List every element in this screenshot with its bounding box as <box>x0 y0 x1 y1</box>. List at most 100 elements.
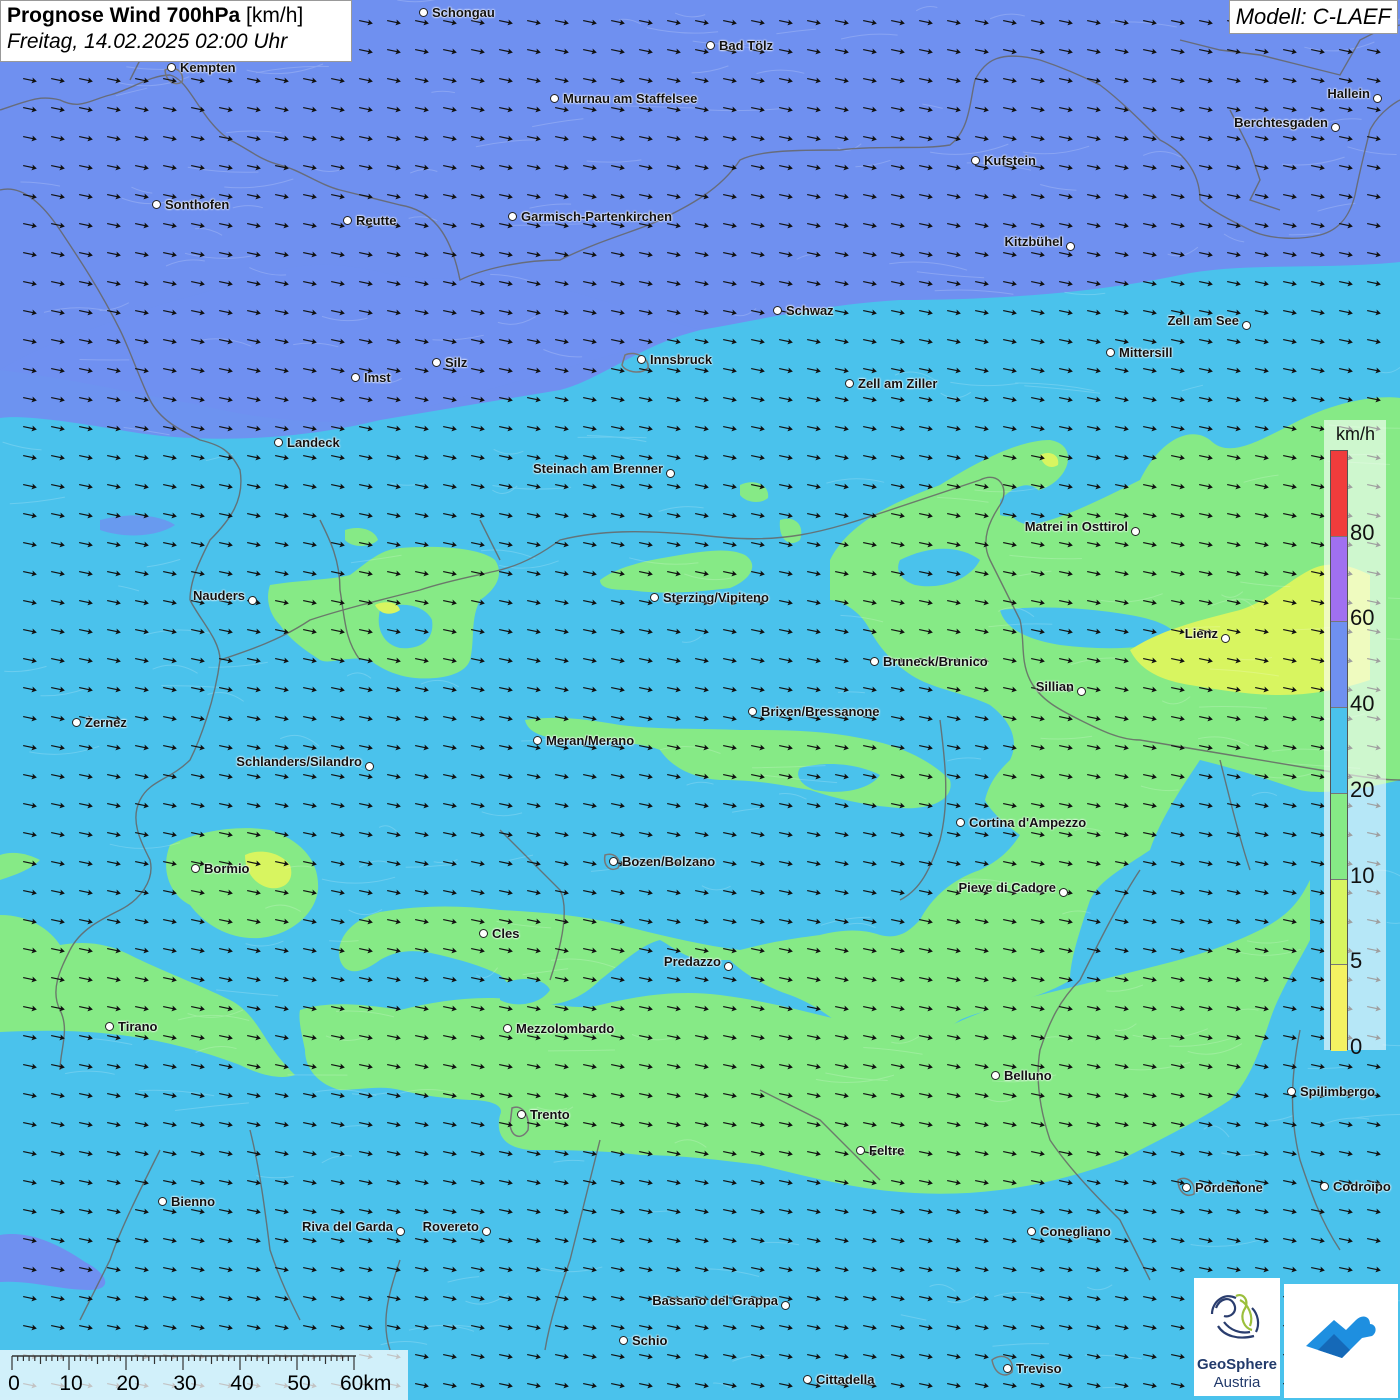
logo-line2: Austria <box>1213 1374 1261 1391</box>
city-label: Tirano <box>118 1019 158 1034</box>
city-dot-icon <box>773 306 782 315</box>
city-label: Zell am Ziller <box>858 376 938 391</box>
city-dot-icon <box>724 962 733 971</box>
city-label: Belluno <box>1004 1068 1052 1083</box>
city-label: Spilimbergo <box>1300 1084 1376 1099</box>
city-label: Schwaz <box>786 303 834 318</box>
city-dot-icon <box>1373 94 1382 103</box>
legend-label: 20 <box>1350 776 1375 802</box>
city-dot-icon <box>274 438 283 447</box>
city-dot-icon <box>609 857 618 866</box>
city-dot-icon <box>1131 527 1140 536</box>
city-label: Cles <box>492 926 520 941</box>
city-label: Zernez <box>85 715 127 730</box>
city-label: Codroipo <box>1333 1179 1391 1194</box>
city-label: Zell am See <box>1167 313 1239 328</box>
city-label: Bormio <box>204 861 250 876</box>
city-label: Riva del Garda <box>301 1219 393 1234</box>
city-label: Bruneck/Brunico <box>883 654 988 669</box>
city-dot-icon <box>956 818 965 827</box>
city-dot-icon <box>1320 1182 1329 1191</box>
legend-swatch <box>1331 879 1347 966</box>
city-dot-icon <box>1221 634 1230 643</box>
city-label: Mezzolombardo <box>516 1021 615 1036</box>
city-dot-icon <box>971 156 980 165</box>
city-label: Mittersill <box>1119 345 1173 360</box>
city-dot-icon <box>351 373 360 382</box>
city-label: Reutte <box>356 213 397 228</box>
scale-tick-label: 20 <box>116 1372 140 1395</box>
city-label: Kufstein <box>984 153 1036 168</box>
city-label: Meran/Merano <box>546 733 635 748</box>
city-dot-icon <box>619 1336 628 1345</box>
scale-tick-label: 60km <box>340 1372 392 1395</box>
city-dot-icon <box>845 379 854 388</box>
city-label: Garmisch-Partenkirchen <box>521 209 673 224</box>
city-label: Brixen/Bressanone <box>761 704 880 719</box>
city-dot-icon <box>856 1146 865 1155</box>
city-dot-icon <box>650 593 659 602</box>
city-dot-icon <box>870 657 879 666</box>
city-dot-icon <box>152 200 161 209</box>
city-label: Sillian <box>1035 679 1074 694</box>
scale-tick-label: 40 <box>230 1372 254 1395</box>
weather-map: Schongau Bad Tölz Kempten Murnau am Staffel… <box>0 0 1400 1400</box>
city-dot-icon <box>482 1227 491 1236</box>
geosphere-logo-icon <box>1210 1294 1260 1339</box>
city-label: Rovereto <box>422 1219 479 1234</box>
city-label: Cortina d'Ampezzo <box>969 815 1087 830</box>
city-label: Sonthofen <box>165 197 230 212</box>
city-label: Trento <box>530 1107 570 1122</box>
city-dot-icon <box>1027 1227 1036 1236</box>
city-dot-icon <box>396 1227 405 1236</box>
city-dot-icon <box>167 63 176 72</box>
city-label: Conegliano <box>1040 1224 1111 1239</box>
app-logo-icon <box>1306 1316 1376 1358</box>
city-label: Feltre <box>869 1143 905 1158</box>
city-label: Berchtesgaden <box>1234 115 1328 130</box>
map-title: Prognose Wind 700hPa [km/h] <box>7 4 345 28</box>
map-title-unit: [km/h] <box>246 4 304 27</box>
city-dot-icon <box>158 1197 167 1206</box>
legend-label: 80 <box>1350 519 1375 545</box>
city-dot-icon <box>517 1110 526 1119</box>
model-label: Modell: C-LAEF <box>1228 0 1398 34</box>
city-dot-icon <box>1077 687 1086 696</box>
scale-tick-label: 30 <box>173 1372 197 1395</box>
city-dot-icon <box>503 1024 512 1033</box>
city-dot-icon <box>1066 242 1075 251</box>
city-label: Innsbruck <box>650 352 713 367</box>
city-dot-icon <box>781 1301 790 1310</box>
city-dot-icon <box>803 1375 812 1384</box>
city-label: Murnau am Staffelsee <box>563 91 698 106</box>
city-dot-icon <box>1331 123 1340 132</box>
city-label: Schio <box>632 1333 668 1348</box>
city-label: Pieve di Cadore <box>958 880 1056 895</box>
city-dot-icon <box>991 1071 1000 1080</box>
legend-label: 60 <box>1350 605 1375 631</box>
legend-label: 10 <box>1350 862 1375 888</box>
city-label: Predazzo <box>663 954 721 969</box>
map-title-main: Prognose Wind 700hPa <box>7 4 241 27</box>
city-dot-icon <box>748 707 757 716</box>
city-label: Kempten <box>180 60 236 75</box>
city-label: Treviso <box>1016 1361 1062 1376</box>
city-dot-icon <box>637 355 646 364</box>
city-dot-icon <box>550 94 559 103</box>
geosphere-logo[interactable]: GeoSphere Austria <box>1194 1278 1280 1396</box>
city-dot-icon <box>105 1022 114 1031</box>
city-dot-icon <box>1182 1183 1191 1192</box>
legend-swatch <box>1331 708 1347 794</box>
logo-line1: GeoSphere <box>1196 1356 1278 1373</box>
color-legend: km/h 80 60 40 20 10 5 0 <box>1324 420 1386 1059</box>
scale-bar: 0 10 20 30 40 50 60km <box>0 1350 408 1400</box>
legend-swatch <box>1331 965 1347 1051</box>
city-dot-icon <box>1059 888 1068 897</box>
app-logo[interactable] <box>1284 1284 1398 1398</box>
legend-swatch <box>1331 793 1347 880</box>
city-label: Bad Tölz <box>719 38 774 53</box>
scale-tick-label: 0 <box>8 1372 20 1395</box>
city-dot-icon <box>419 8 428 17</box>
legend-label: 40 <box>1350 691 1375 717</box>
city-label: Schongau <box>432 5 495 20</box>
